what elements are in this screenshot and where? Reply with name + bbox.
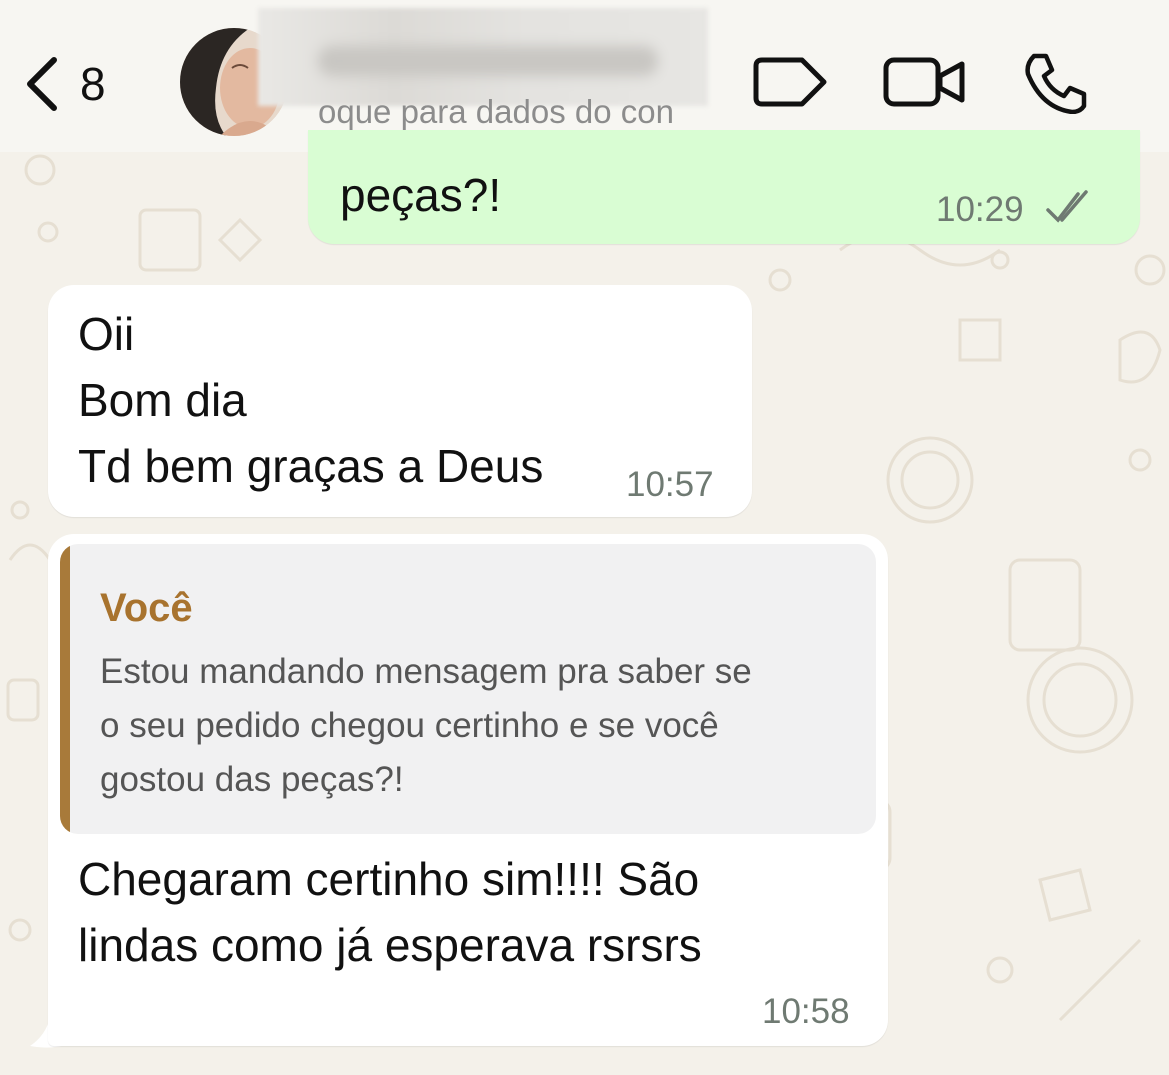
label-button[interactable] <box>752 50 830 114</box>
message-time: 10:57 <box>626 465 714 504</box>
double-check-read-icon <box>1046 190 1088 223</box>
video-call-icon <box>883 57 965 107</box>
voice-call-button[interactable] <box>1020 50 1090 115</box>
quote-line: Estou mandando mensagem pra saber se <box>100 652 752 691</box>
quote-line: o seu pedido chegou certinho e se você <box>100 706 719 745</box>
label-tag-icon <box>753 57 827 107</box>
message-line: Chegaram certinho sim!!!! São <box>78 853 700 905</box>
quoted-message[interactable]: Você Estou mandando mensagem pra saber s… <box>60 544 876 834</box>
incoming-reply-message[interactable]: Você Estou mandando mensagem pra saber s… <box>48 534 888 1046</box>
outgoing-message[interactable]: peças?! 10:29 <box>308 130 1140 244</box>
phone-call-icon <box>1025 53 1087 115</box>
message-time: 10:58 <box>762 992 850 1031</box>
back-button[interactable]: 8 <box>22 52 132 116</box>
quote-accent-bar <box>60 544 70 834</box>
message-line: Bom dia <box>78 374 247 426</box>
contact-subtitle[interactable]: oque para dados do con <box>318 92 738 132</box>
quote-author: Você <box>100 586 193 630</box>
message-time: 10:29 <box>936 190 1024 229</box>
message-line: Td bem graças a Deus <box>78 440 544 492</box>
quote-line: gostou das peças?! <box>100 760 404 799</box>
unread-count: 8 <box>80 58 106 110</box>
incoming-message[interactable]: Oii Bom dia Td bem graças a Deus 10:57 <box>48 285 752 517</box>
chevron-left-icon <box>27 57 57 111</box>
message-text: peças?! <box>340 169 502 221</box>
message-line: Oii <box>78 308 135 360</box>
video-call-button[interactable] <box>882 50 968 114</box>
message-line: lindas como já esperava rsrsrs <box>78 919 702 971</box>
